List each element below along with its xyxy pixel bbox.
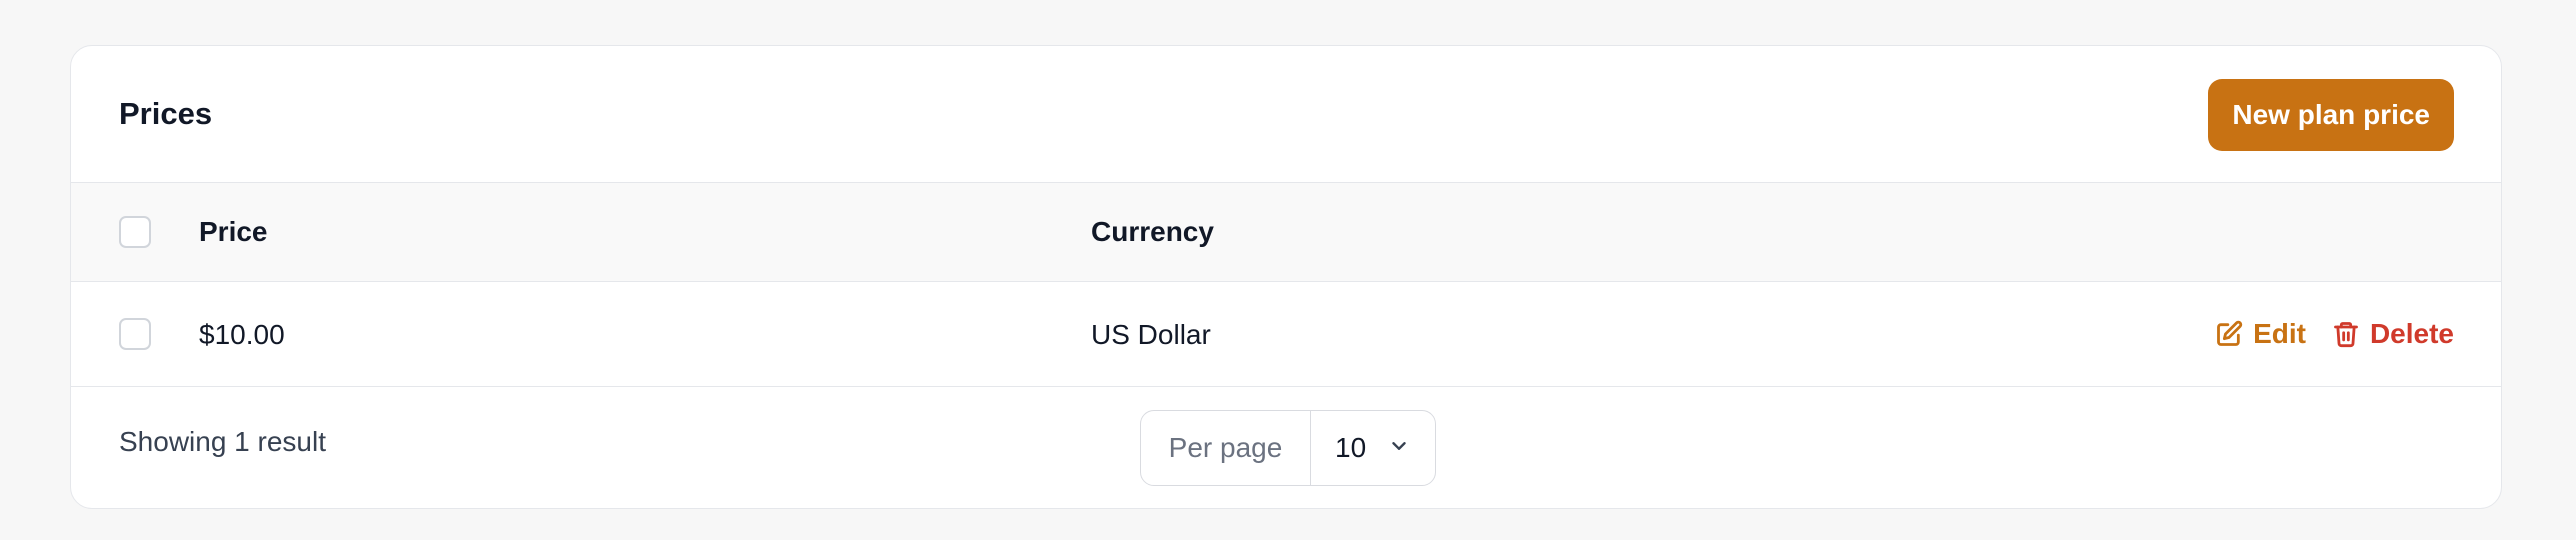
edit-label: Edit	[2253, 318, 2306, 349]
per-page-label: Per page	[1141, 411, 1311, 485]
card-header: Prices New plan price	[71, 46, 2501, 183]
delete-label: Delete	[2369, 318, 2454, 349]
table-row: $10.00 US Dollar Edit Delete	[71, 282, 2501, 387]
table-header-row: Price Currency	[71, 183, 2501, 282]
select-all-checkbox[interactable]	[119, 216, 151, 248]
column-header-price[interactable]: Price	[199, 214, 268, 250]
card-title: Prices	[119, 96, 213, 131]
delete-action[interactable]: Delete	[2332, 316, 2454, 352]
cell-price: $10.00	[199, 319, 285, 350]
cell-currency: US Dollar	[1091, 319, 1211, 350]
new-plan-price-button[interactable]: New plan price	[2208, 79, 2454, 151]
per-page-value: 10	[1335, 432, 1367, 463]
edit-action[interactable]: Edit	[2215, 316, 2306, 352]
prices-card: Prices New plan price Price Currency $10…	[70, 45, 2502, 509]
row-select-checkbox[interactable]	[119, 318, 151, 350]
column-header-currency[interactable]: Currency	[1091, 214, 1214, 250]
trash-icon	[2332, 320, 2360, 348]
per-page-select[interactable]: 10	[1311, 411, 1435, 485]
table-footer: Showing 1 result Per page 10	[71, 387, 2501, 508]
chevron-down-icon	[1388, 432, 1410, 464]
result-count: Showing 1 result	[119, 426, 327, 457]
per-page-control: Per page 10	[1140, 410, 1436, 486]
pencil-square-icon	[2215, 320, 2243, 348]
row-actions: Edit Delete	[2215, 316, 2454, 352]
